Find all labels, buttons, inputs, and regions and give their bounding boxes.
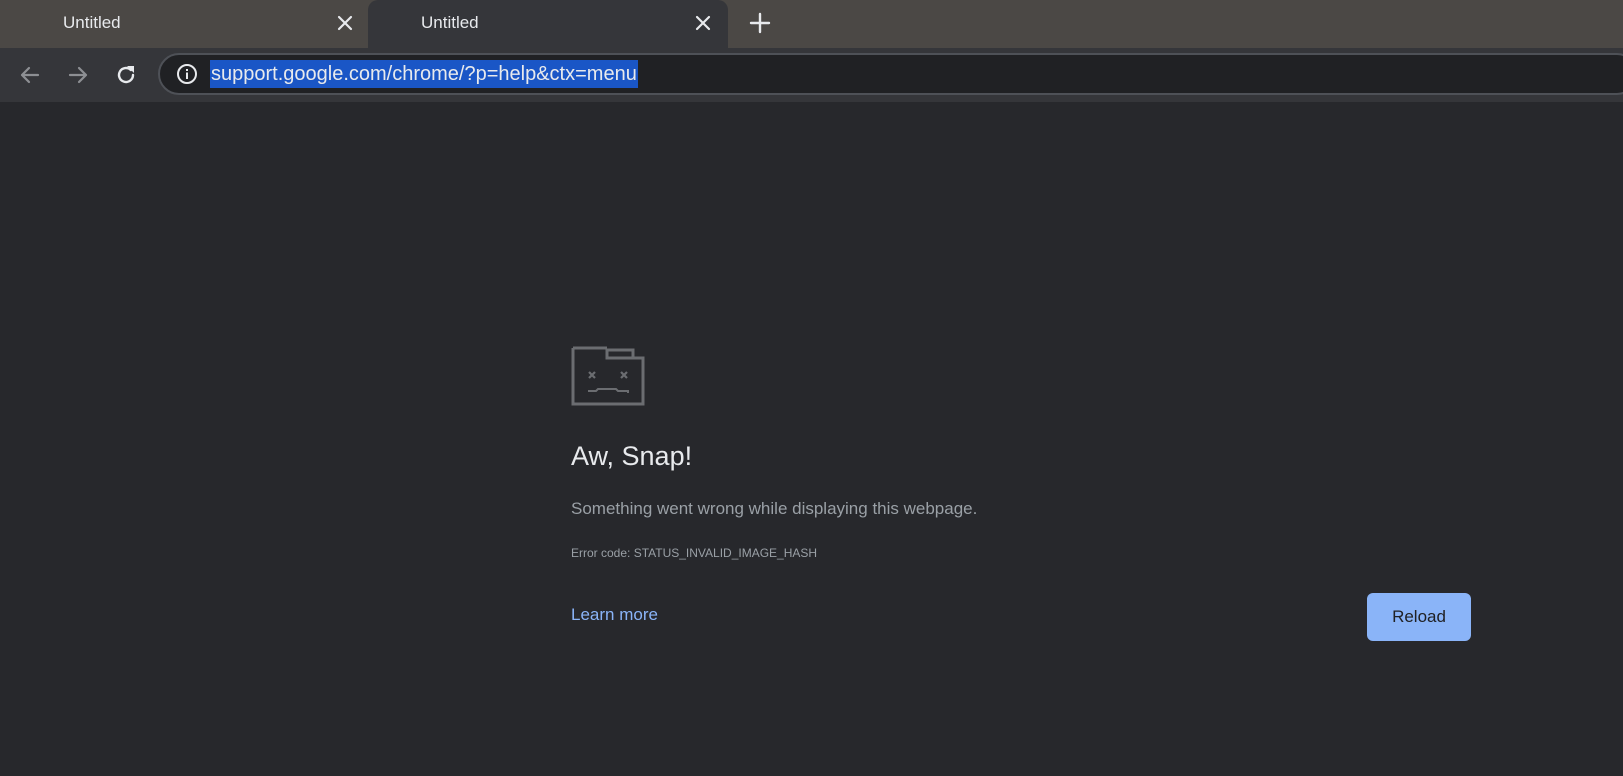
page-content: Aw, Snap! Something went wrong while dis… [0, 102, 1623, 776]
error-code: Error code: STATUS_INVALID_IMAGE_HASH [571, 546, 818, 560]
tab-1[interactable]: Untitled [0, 0, 366, 48]
close-icon[interactable] [693, 13, 713, 33]
error-message: Something went wrong while displaying th… [571, 499, 978, 518]
reload-icon[interactable] [113, 62, 139, 88]
toolbar: support.google.com/chrome/?p=help&ctx=me… [0, 48, 1623, 102]
tab-2-active[interactable]: Untitled [368, 0, 728, 48]
tab-strip: Untitled Untitled [0, 0, 1623, 48]
info-icon[interactable] [176, 63, 198, 85]
reload-button[interactable]: Reload [1367, 593, 1471, 641]
address-bar[interactable]: support.google.com/chrome/?p=help&ctx=me… [158, 53, 1623, 95]
close-icon[interactable] [335, 13, 355, 33]
tab-title: Untitled [421, 13, 479, 32]
forward-icon[interactable] [65, 62, 91, 88]
error-title: Aw, Snap! [571, 441, 693, 471]
new-tab-icon[interactable] [748, 11, 772, 35]
url-text[interactable]: support.google.com/chrome/?p=help&ctx=me… [210, 60, 638, 88]
sad-tab-icon [571, 344, 645, 408]
back-icon[interactable] [17, 62, 43, 88]
learn-more-link[interactable]: Learn more [571, 605, 658, 625]
tab-title: Untitled [63, 13, 121, 32]
